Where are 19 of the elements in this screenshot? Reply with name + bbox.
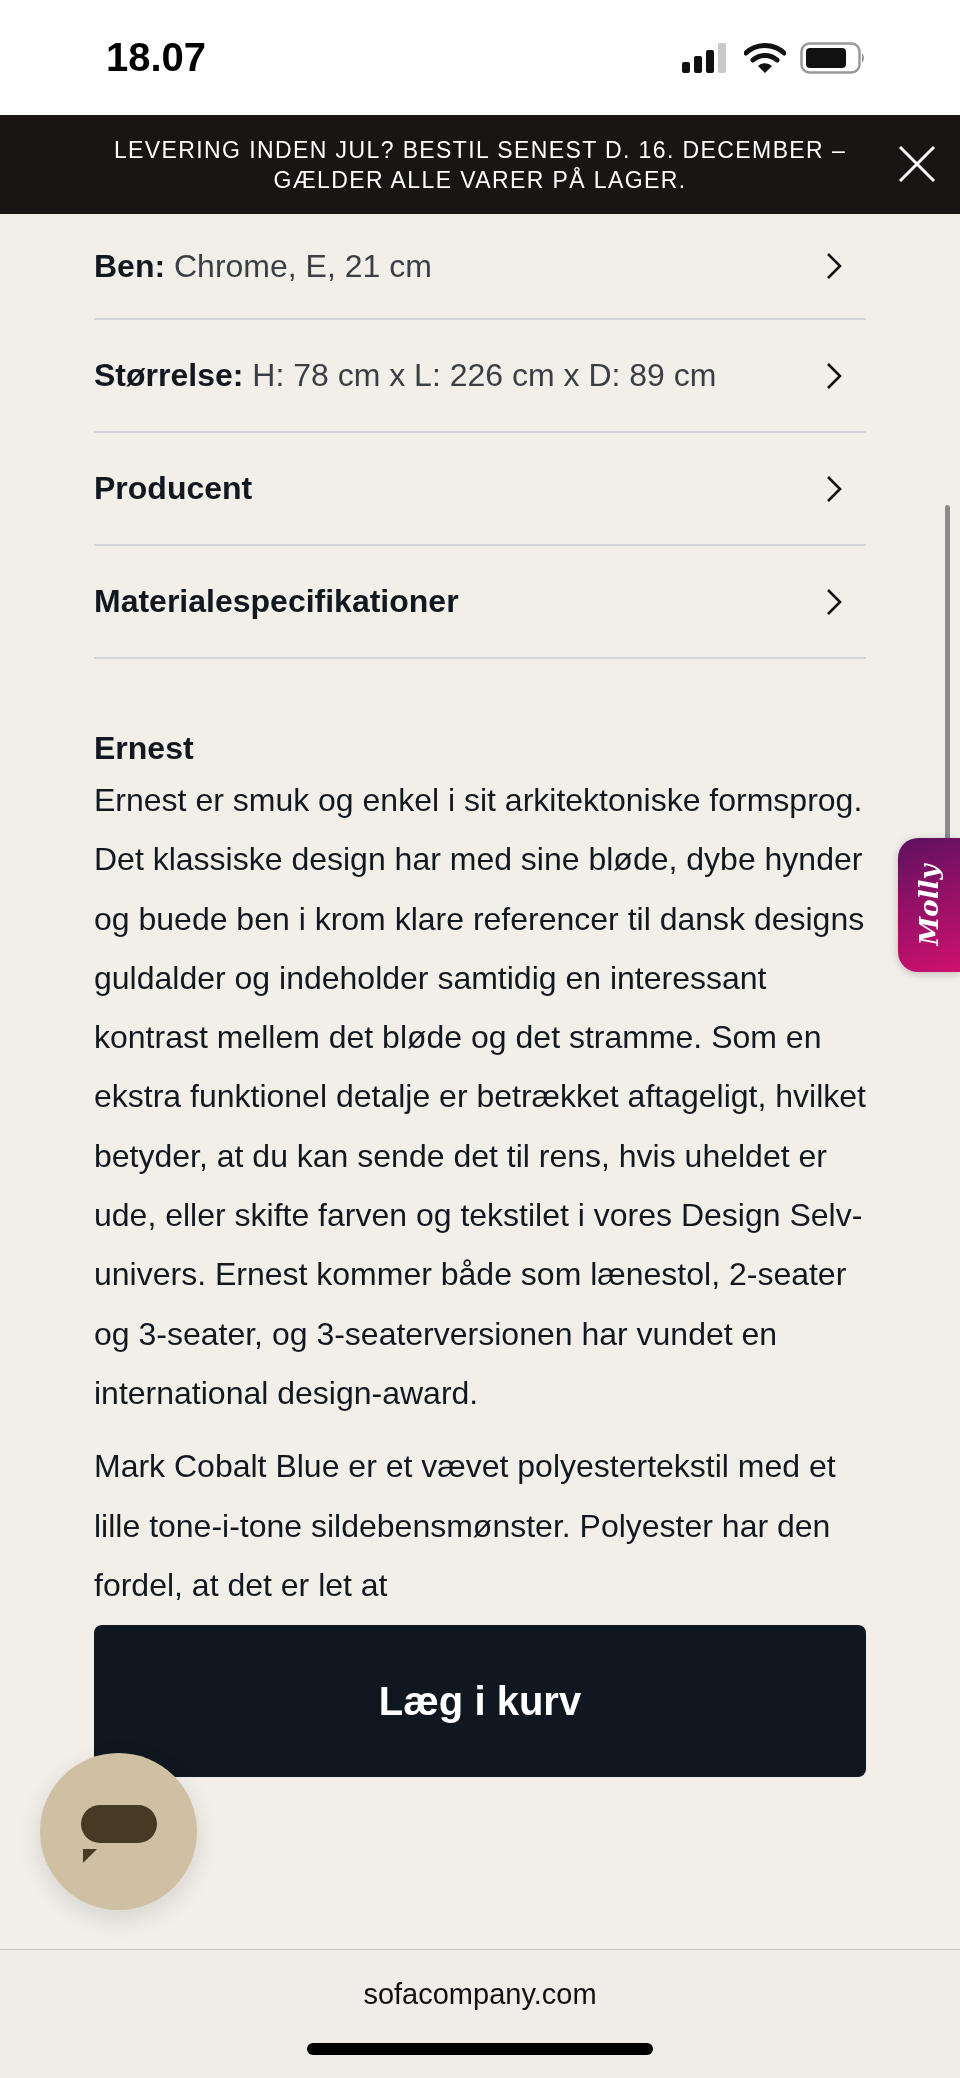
wifi-icon — [744, 42, 786, 73]
chat-side-tab[interactable]: Molly — [898, 838, 960, 972]
chevron-icon — [826, 474, 842, 503]
close-icon[interactable] — [898, 145, 936, 183]
chevron-icon — [826, 361, 842, 390]
banner-text: LEVERING INDEN JUL? BESTIL SENEST D. 16. DECEMBER – GÆLDER ALLE VARER PÅ LAGER. — [112, 135, 848, 195]
chevron-icon — [826, 252, 842, 280]
description-paragraph: Mark Cobalt Blue er et vævet polyestertekstil med et lille tone-i-tone sildebensmønster. Polyester har den fordel, at det er let at — [94, 1447, 837, 1605]
description-paragraph: Ernest er smuk og enkel i sit arkitektoniske formsprog. Det klassiske design har med sine bløde, dybe hynder og buede ben i krom klare referencer til dansk designs guldalder og indeholder samtidig en interessant kontrast mellem det bløde og det stramme. Som en ekstra funktionel detalje er betrækket aftageligt, hvilket betyder, at du kan sende det til rens, hvis uheldet er ude, eller skifte farven og tekstilet i vores Design Selv-univers. Ernest kommer både som lænestol, 2-seater og 3-seater, og 3-seaterversionen har vundet en international design-award. — [94, 781, 866, 1413]
add-to-cart-button[interactable]: Læg i kurv — [94, 1625, 866, 1778]
chevron-icon — [826, 587, 842, 616]
battery-icon — [800, 41, 866, 74]
url-text[interactable]: sofacompany.com — [363, 1978, 597, 2011]
detail-row[interactable]: Producent — [94, 433, 866, 546]
detail-row[interactable]: Ben: Chrome, E, 21 cm — [94, 214, 866, 320]
status-time: 18.07 — [106, 35, 207, 80]
detail-row[interactable]: Materialespecifikationer — [94, 546, 866, 659]
description-heading: Ernest — [94, 729, 195, 768]
detail-row[interactable]: Størrelse: H: 78 cm x L: 226 cm x D: 89 cm — [94, 320, 866, 433]
